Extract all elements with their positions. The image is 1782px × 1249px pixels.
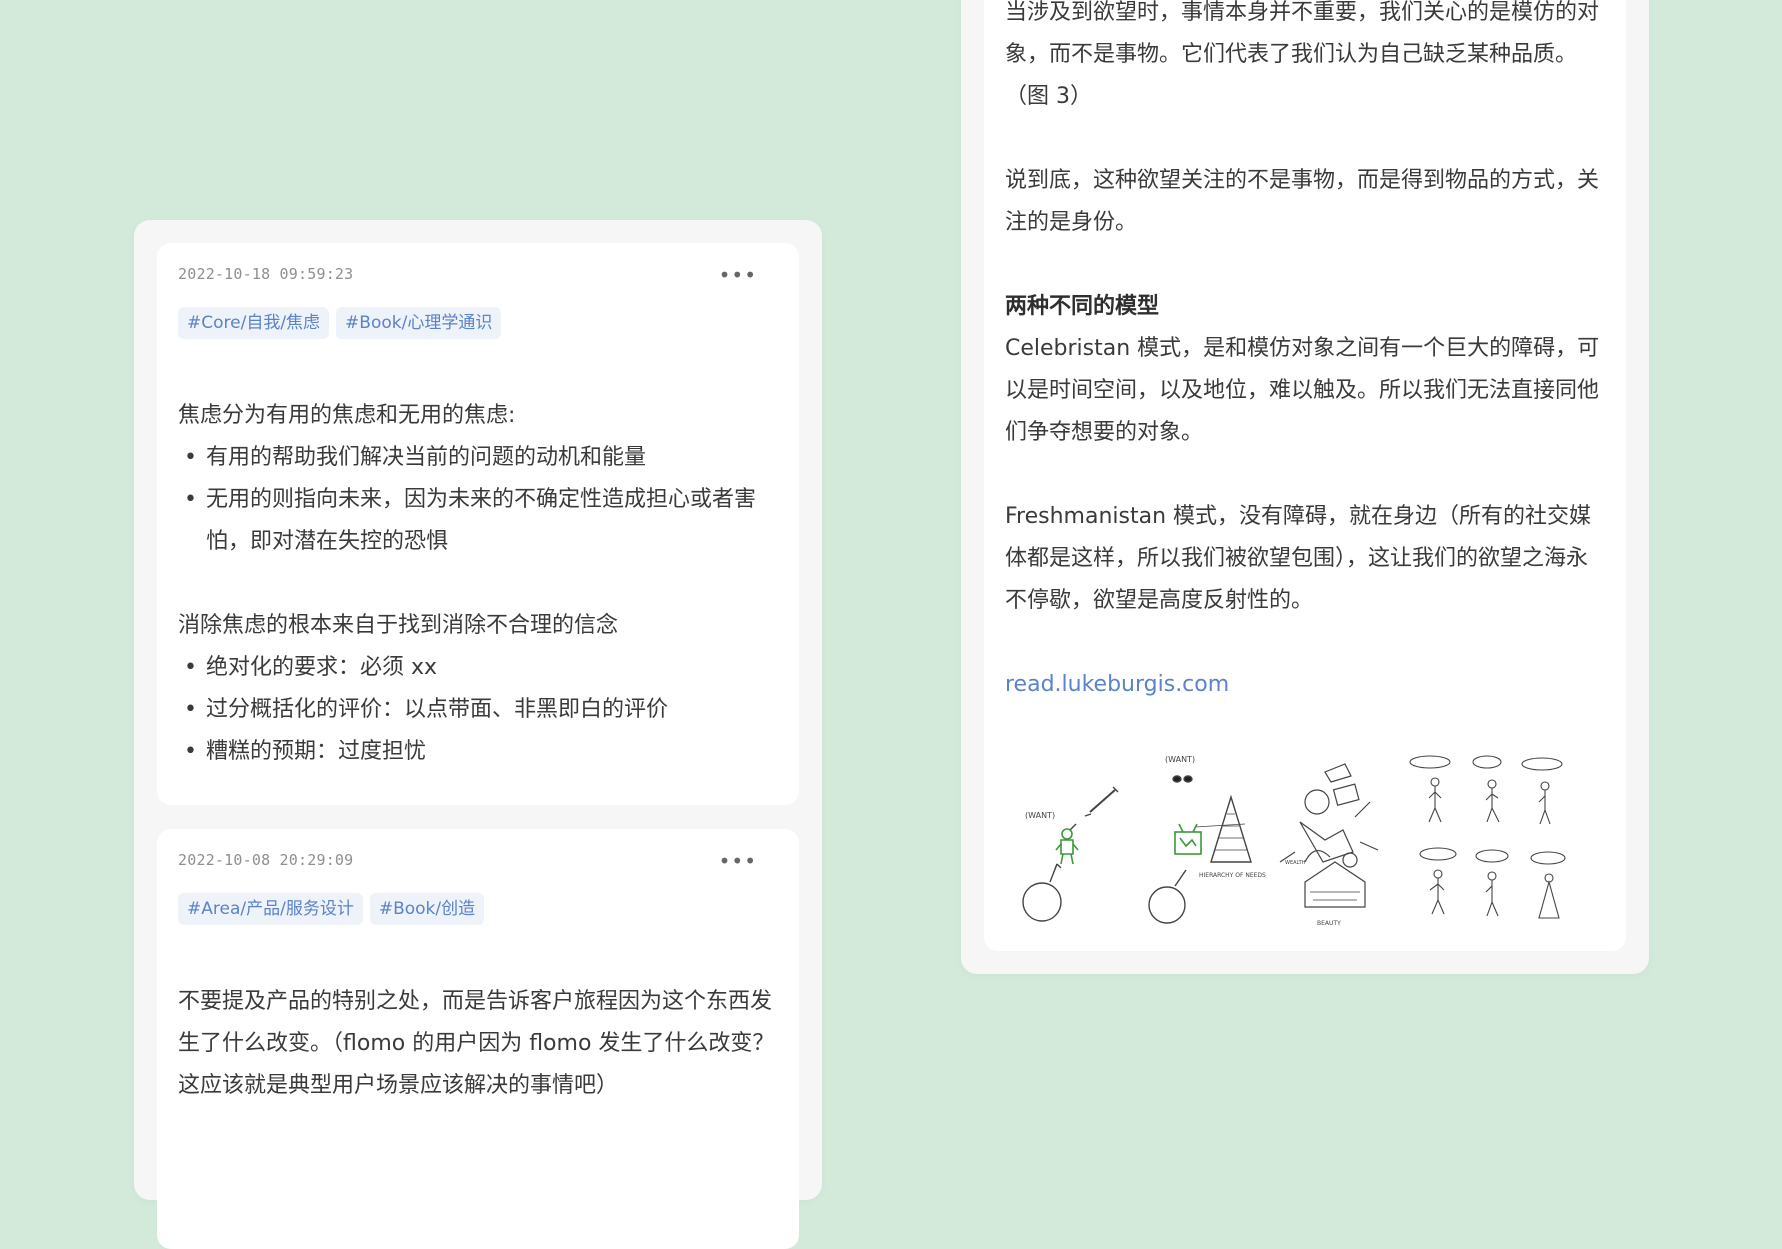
svg-text:(WANT): (WANT): [1165, 755, 1195, 764]
list-item-text: 有用的帮助我们解决当前的问题的动机和能量: [206, 445, 647, 470]
memo-paragraph: Freshmanistan 模式，没有障碍，就在身边（所有的社交媒体都是这样，所…: [1005, 504, 1592, 613]
sketch-figure-4: [1409, 755, 1566, 919]
memo-card[interactable]: 当涉及到欲望时，事情本身并不重要，我们关心的是模仿的对象，而不是事物。它们代表了…: [984, 0, 1626, 951]
memo-timestamp: 2022-10-18 09:59:23: [178, 265, 354, 283]
tag-book-psychology[interactable]: #Book/心理学通识: [336, 307, 502, 339]
list-item: • 有用的帮助我们解决当前的问题的动机和能量: [178, 437, 779, 479]
memo-paragraph: 当涉及到欲望时，事情本身并不重要，我们关心的是模仿的对象，而不是事物。它们代表了…: [1005, 0, 1600, 109]
memo-content: 焦虑分为有用的焦虑和无用的焦虑: • 有用的帮助我们解决当前的问题的动机和能量 •…: [178, 395, 779, 773]
tag-area-product-service-design[interactable]: #Area/产品/服务设计: [178, 893, 363, 925]
memo-timestamp: 2022-10-08 20:29:09: [178, 851, 354, 869]
sketch-green-tv: [1174, 823, 1202, 855]
more-options-icon[interactable]: •••: [719, 265, 757, 285]
bullet-list: • 有用的帮助我们解决当前的问题的动机和能量 • 无用的则指向未来，因为未来的不确定…: [178, 437, 779, 563]
memo-paragraph: 焦虑分为有用的焦虑和无用的焦虑:: [178, 403, 516, 428]
list-item-text: 无用的则指向未来，因为未来的不确定性造成担心或者害怕，即对潜在失控的恐惧: [206, 487, 757, 554]
list-item: • 糟糕的预期：过度担忧: [178, 731, 779, 773]
memo-tags: #Area/产品/服务设计 #Book/创造: [178, 893, 485, 925]
list-item-text: 糟糕的预期：过度担忧: [206, 739, 427, 764]
memo-content: 当涉及到欲望时，事情本身并不重要，我们关心的是模仿的对象，而不是事物。它们代表了…: [1005, 0, 1606, 706]
more-options-icon[interactable]: •••: [719, 851, 757, 871]
section-heading: 两种不同的模型: [1005, 294, 1160, 319]
right-note-panel: 当涉及到欲望时，事情本身并不重要，我们关心的是模仿的对象，而不是事物。它们代表了…: [961, 0, 1649, 974]
memo-card[interactable]: 2022-10-18 09:59:23 ••• #Core/自我/焦虑 #Boo…: [157, 243, 799, 805]
sketch-figure-2: (WANT) HIERARCHY OF NEEDS: [1148, 755, 1266, 924]
memo-paragraph: 说到底，这种欲望关注的不是事物，而是得到物品的方式，关注的是身份。: [1005, 168, 1600, 235]
memo-paragraph: Celebristan 模式，是和模仿对象之间有一个巨大的障碍，可以是时间空间，…: [1005, 336, 1600, 445]
tag-core-self-anxiety[interactable]: #Core/自我/焦虑: [178, 307, 330, 339]
bullet-icon: •: [184, 445, 197, 470]
list-item-text: 绝对化的要求：必须 xx: [206, 655, 438, 680]
svg-text:WEALTH: WEALTH: [1285, 860, 1306, 866]
svg-text:HIERARCHY OF NEEDS: HIERARCHY OF NEEDS: [1199, 872, 1266, 879]
source-link[interactable]: read.lukeburgis.com: [1005, 672, 1229, 697]
memo-content: 不要提及产品的特别之处，而是告诉客户旅程因为这个东西发生了什么改变。（flomo…: [178, 981, 779, 1107]
left-notes-panel: 2022-10-18 09:59:23 ••• #Core/自我/焦虑 #Boo…: [134, 220, 822, 1249]
svg-text:BEAUTY: BEAUTY: [1317, 920, 1341, 927]
memo-paragraph: 不要提及产品的特别之处，而是告诉客户旅程因为这个东西发生了什么改变。（flomo…: [178, 989, 775, 1098]
list-item-text: 过分概括化的评价：以点带面、非黑即白的评价: [206, 697, 669, 722]
list-item: • 过分概括化的评价：以点带面、非黑即白的评价: [178, 689, 779, 731]
sketch-figure-3: BEAUTY WEALTH: [1279, 763, 1379, 927]
sketch-illustrations-image[interactable]: (WANT) (WANT) HIERARCHY OF NEEDS BEAUTY …: [1005, 742, 1605, 942]
bullet-icon: •: [184, 697, 197, 722]
list-item: • 无用的则指向未来，因为未来的不确定性造成担心或者害怕，即对潜在失控的恐惧: [178, 479, 779, 563]
svg-text:(WANT): (WANT): [1025, 811, 1055, 820]
list-item: • 绝对化的要求：必须 xx: [178, 647, 779, 689]
sketch-green-figure: [1055, 828, 1079, 865]
bullet-icon: •: [184, 739, 197, 764]
tag-book-creation[interactable]: #Book/创造: [369, 893, 485, 925]
bullet-icon: •: [184, 655, 197, 680]
memo-tags: #Core/自我/焦虑 #Book/心理学通识: [178, 307, 502, 339]
bullet-icon: •: [184, 487, 197, 512]
memo-card[interactable]: 2022-10-08 20:29:09 ••• #Area/产品/服务设计 #B…: [157, 829, 799, 1249]
memo-paragraph: 消除焦虑的根本来自于找到消除不合理的信念: [178, 613, 619, 638]
bullet-list: • 绝对化的要求：必须 xx • 过分概括化的评价：以点带面、非黑即白的评价 • 糟糕…: [178, 647, 779, 773]
